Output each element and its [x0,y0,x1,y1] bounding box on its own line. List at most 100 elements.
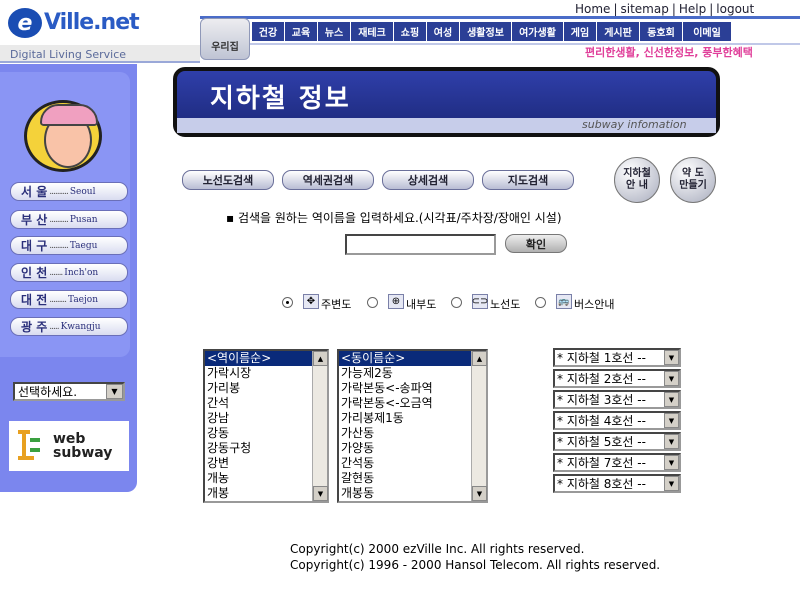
station-area-search-button[interactable]: 역세권검색 [282,170,374,190]
city-name-en: Kwangju [60,321,101,332]
list-item[interactable]: 가능제2동 [339,366,486,381]
list-item[interactable]: 갈현동 [339,471,486,486]
radio-interior[interactable] [367,297,378,308]
nav-item-board[interactable]: 게시판 [597,22,640,41]
confirm-button[interactable]: 확인 [505,234,567,253]
nav-item-women[interactable]: 여성 [427,22,460,41]
city-taegu-button[interactable]: 대 구.......... Taegu [10,236,128,255]
nav-item-game[interactable]: 게임 [564,22,597,41]
radio-interior-label[interactable]: 내부도 [406,296,436,312]
radio-route-label[interactable]: 노선도 [490,296,520,312]
station-search-input[interactable] [345,234,496,255]
list-item[interactable]: 강동구청 [205,441,327,456]
make-map-button[interactable]: 약 도 만들기 [670,157,716,203]
city-inchon-button[interactable]: 인 천....... Inch'on [10,263,128,282]
city-seoul-button[interactable]: 서 울.......... Seoul [10,182,128,201]
nav-item-news[interactable]: 뉴스 [318,22,351,41]
list-item[interactable]: 가산동 [339,426,486,441]
copyright-ezville: Copyright(c) 2000 ezVille Inc. All right… [290,542,585,556]
chevron-down-icon[interactable]: ▼ [664,476,679,491]
city-dots: .......... [49,186,69,197]
city-pusan-button[interactable]: 부 산.......... Pusan [10,210,128,229]
line-4-select[interactable]: * 지하철 4호선 -- [553,411,681,430]
chevron-down-icon[interactable]: ▼ [664,434,679,449]
logo-text[interactable]: Ville.net [44,10,140,35]
chevron-down-icon[interactable]: ▼ [664,350,679,365]
logout-link[interactable]: logout [713,2,757,16]
station-list-scrollbar[interactable]: ▲ ▼ [312,351,328,501]
line-7-select[interactable]: * 지하철 7호선 -- [553,453,681,472]
scroll-down-icon[interactable]: ▼ [313,486,328,501]
page-subtitle: subway infomation [582,118,687,131]
nav-item-shopping[interactable]: 쇼핑 [394,22,427,41]
list-item[interactable]: 가락본동<-송파역 [339,381,486,396]
list-item[interactable]: <역이름순> [205,351,327,366]
route-map-search-button[interactable]: 노선도검색 [182,170,274,190]
radio-bus-label[interactable]: 버스안내 [574,296,614,312]
radio-surroundings-label[interactable]: 주변도 [321,296,351,312]
chevron-down-icon[interactable]: ▼ [664,392,679,407]
list-item[interactable]: 가리봉 [205,381,327,396]
nav-item-finance[interactable]: 재테크 [351,22,394,41]
subway-guide-line2: 안 내 [626,180,648,191]
scroll-down-icon[interactable]: ▼ [472,486,487,501]
nav-item-email[interactable]: 이메일 [683,22,732,41]
city-name: 대 전 [21,293,48,307]
nav-item-club[interactable]: 동호회 [640,22,683,41]
websubway-word-subway: subway [53,445,113,461]
list-item[interactable]: 간석동 [339,456,486,471]
make-map-line1: 약 도 [682,168,704,179]
slogan: 편리한생활, 신선한정보, 풍부한혜택 [585,46,753,59]
line-8-select[interactable]: * 지하철 8호선 -- [553,474,681,493]
home-link[interactable]: Home [572,2,613,16]
scroll-up-icon[interactable]: ▲ [472,351,487,366]
list-item[interactable]: 개봉동 [339,486,486,501]
websubway-word-web: web [53,431,86,447]
list-item[interactable]: 강남 [205,411,327,426]
dong-list-scrollbar[interactable]: ▲ ▼ [471,351,487,501]
city-name: 광 주 [21,320,48,334]
logo-icon[interactable]: e [8,8,42,38]
radio-bus[interactable] [535,297,546,308]
list-item[interactable]: 가락본동<-오금역 [339,396,486,411]
radio-surroundings[interactable] [282,297,293,308]
list-item[interactable]: 강변 [205,456,327,471]
detail-search-button[interactable]: 상세검색 [382,170,474,190]
list-item[interactable]: 가양동 [339,441,486,456]
chevron-down-icon[interactable]: ▼ [664,455,679,470]
subway-guide-button[interactable]: 지하철 안 내 [614,157,660,203]
nav-item-leisure[interactable]: 여가생활 [512,22,564,41]
station-name-list[interactable]: <역이름순> 가락시장 가리봉 간석 강남 강동 강동구청 강변 개농 개봉 [203,349,329,503]
home-button[interactable]: 우리집 [200,18,250,60]
chevron-down-icon[interactable]: ▼ [106,384,123,399]
city-dots: ......... [49,294,67,305]
subway-guide-label: 지하철 안 내 [623,168,651,192]
crosshair-icon: ✥ [303,294,319,309]
list-item[interactable]: 가락시장 [205,366,327,381]
nav-item-health[interactable]: 건강 [252,22,285,41]
help-link[interactable]: Help [676,2,709,16]
chevron-down-icon[interactable]: ▼ [664,371,679,386]
chevron-down-icon[interactable]: ▼ [664,413,679,428]
list-item[interactable]: 강동 [205,426,327,441]
list-item[interactable]: 가리봉제1동 [339,411,486,426]
nav-item-education[interactable]: 교육 [285,22,318,41]
dong-name-list[interactable]: <동이름순> 가능제2동 가락본동<-송파역 가락본동<-오금역 가리봉제1동 … [337,349,488,503]
list-item[interactable]: 개봉 [205,486,327,501]
nav-item-living-info[interactable]: 생활정보 [460,22,512,41]
city-taejon-button[interactable]: 대 전......... Taejon [10,290,128,309]
city-kwangju-button[interactable]: 광 주..... Kwangju [10,317,128,336]
list-item[interactable]: 개농 [205,471,327,486]
radio-route[interactable] [451,297,462,308]
line-2-select[interactable]: * 지하철 2호선 -- [553,369,681,388]
line-3-select[interactable]: * 지하철 3호선 -- [553,390,681,409]
list-item[interactable]: <동이름순> [339,351,486,366]
list-item[interactable]: 간석 [205,396,327,411]
top-menu: Home | sitemap | Help | logout [572,2,757,16]
line-1-select[interactable]: * 지하철 1호선 -- [553,348,681,367]
sitemap-link[interactable]: sitemap [617,2,671,16]
map-search-button[interactable]: 지도검색 [482,170,574,190]
line-5-select[interactable]: * 지하철 5호선 -- [553,432,681,451]
city-dots: .......... [49,240,69,251]
scroll-up-icon[interactable]: ▲ [313,351,328,366]
